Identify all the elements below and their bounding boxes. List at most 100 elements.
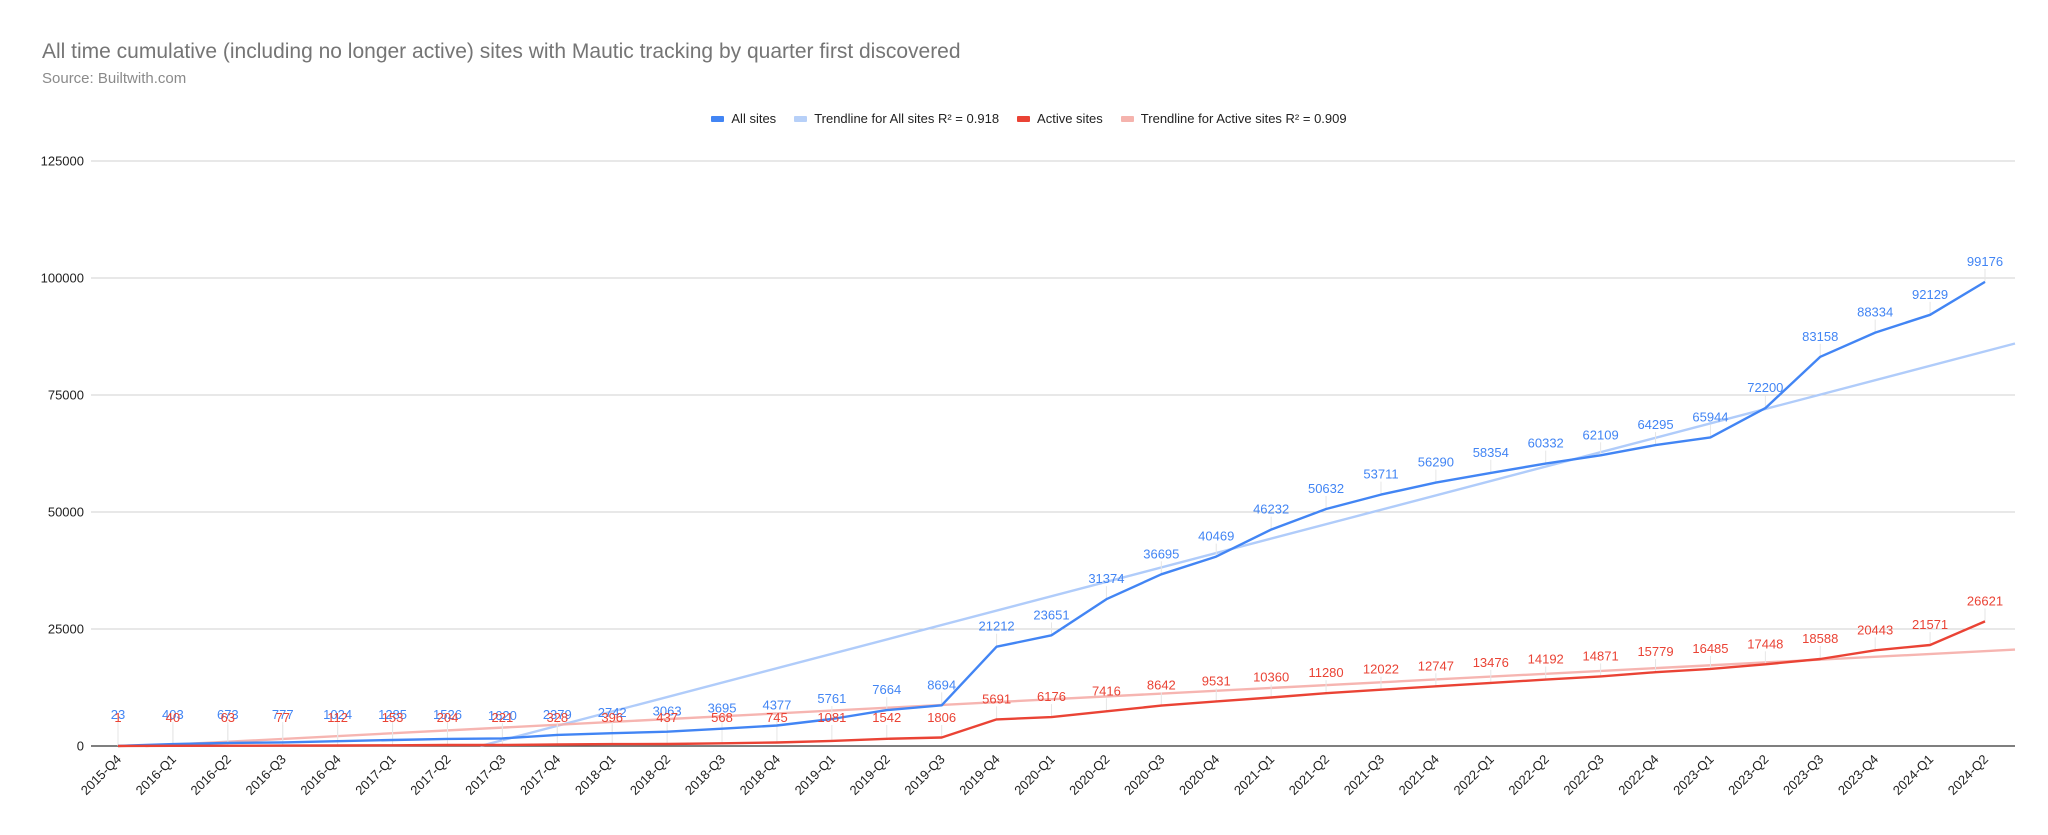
x-tick-label: 2018-Q4 bbox=[737, 752, 783, 798]
data-label-active-sites: 5691 bbox=[982, 691, 1011, 706]
x-tick-label: 2015-Q4 bbox=[78, 752, 124, 798]
data-label-all-sites: 53711 bbox=[1363, 467, 1398, 482]
data-label-active-sites: 12747 bbox=[1418, 658, 1454, 673]
x-tick-label: 2018-Q2 bbox=[627, 752, 673, 798]
data-label-active-sites: 20443 bbox=[1857, 622, 1893, 637]
label-leaders bbox=[117, 268, 1986, 746]
data-label-all-sites: 88334 bbox=[1857, 305, 1893, 320]
x-tick-label: 2016-Q4 bbox=[297, 752, 343, 798]
data-label-active-sites: 112 bbox=[327, 710, 348, 725]
y-tick-label: 0 bbox=[77, 739, 84, 754]
y-tick-label: 50000 bbox=[48, 505, 84, 520]
data-label-active-sites: 63 bbox=[221, 710, 235, 725]
data-label-active-sites: 40 bbox=[166, 710, 180, 725]
data-label-active-sites: 396 bbox=[601, 710, 623, 725]
data-label-active-sites: 1081 bbox=[817, 710, 846, 725]
x-tick-label: 2020-Q1 bbox=[1011, 752, 1057, 798]
data-label-active-sites: 9531 bbox=[1202, 673, 1231, 688]
x-tick-label: 2020-Q4 bbox=[1176, 752, 1222, 798]
data-label-active-sites: 16485 bbox=[1692, 641, 1728, 656]
data-label-active-sites: 7416 bbox=[1092, 683, 1121, 698]
x-tick-label: 2022-Q2 bbox=[1505, 752, 1551, 798]
data-label-active-sites: 221 bbox=[492, 710, 514, 725]
x-tick-label: 2016-Q1 bbox=[133, 752, 179, 798]
data-label-all-sites: 8694 bbox=[927, 677, 956, 692]
data-label-all-sites: 99176 bbox=[1967, 254, 2003, 269]
x-tick-label: 2021-Q3 bbox=[1341, 752, 1387, 798]
x-tick-label: 2024-Q1 bbox=[1890, 752, 1936, 798]
data-label-all-sites: 64295 bbox=[1637, 417, 1673, 432]
data-label-active-sites: 13476 bbox=[1473, 655, 1509, 670]
data-label-active-sites: 17448 bbox=[1747, 636, 1783, 651]
x-tick-label: 2017-Q3 bbox=[462, 752, 508, 798]
y-tick-label: 100000 bbox=[41, 271, 84, 286]
data-label-active-sites: 1806 bbox=[927, 710, 956, 725]
data-label-active-sites: 1 bbox=[114, 710, 121, 725]
trendline-active-sites bbox=[145, 648, 2016, 748]
x-tick-label: 2022-Q3 bbox=[1560, 752, 1606, 798]
data-label-active-sites: 10360 bbox=[1253, 670, 1289, 685]
y-tick-label: 125000 bbox=[41, 154, 84, 169]
series-lines bbox=[117, 280, 1986, 748]
x-tick-label: 2023-Q4 bbox=[1835, 752, 1881, 798]
data-label-all-sites: 5761 bbox=[817, 691, 846, 706]
y-tick-label: 75000 bbox=[48, 388, 84, 403]
line-chart: 0250005000075000100000125000 23 403 673 777… bbox=[41, 154, 2016, 798]
x-tick-label: 2021-Q2 bbox=[1286, 752, 1332, 798]
data-label-all-sites: 21212 bbox=[979, 619, 1015, 634]
data-label-all-sites: 60332 bbox=[1528, 436, 1564, 451]
data-label-active-sites: 14871 bbox=[1583, 648, 1619, 663]
x-tick-label: 2018-Q1 bbox=[572, 752, 618, 798]
data-label-all-sites: 7664 bbox=[872, 682, 901, 697]
data-label-all-sites: 23651 bbox=[1033, 607, 1069, 622]
data-label-all-sites: 83158 bbox=[1802, 329, 1838, 344]
x-tick-label: 2017-Q4 bbox=[517, 752, 563, 798]
data-label-active-sites: 1542 bbox=[872, 710, 901, 725]
data-label-active-sites: 26621 bbox=[1967, 593, 2003, 608]
x-tick-label: 2023-Q1 bbox=[1670, 752, 1716, 798]
data-label-all-sites: 62109 bbox=[1583, 427, 1619, 442]
data-label-all-sites: 72200 bbox=[1747, 380, 1783, 395]
data-label-all-sites: 36695 bbox=[1143, 546, 1179, 561]
trendline-all-sites bbox=[480, 342, 2016, 748]
x-tick-label: 2019-Q1 bbox=[792, 752, 838, 798]
data-label-active-sites: 204 bbox=[437, 710, 459, 725]
x-tick-label: 2019-Q2 bbox=[847, 752, 893, 798]
data-label-active-sites: 11280 bbox=[1308, 665, 1343, 680]
trendlines bbox=[145, 342, 2016, 748]
data-label-active-sites: 21571 bbox=[1912, 617, 1948, 632]
x-tick-label: 2017-Q2 bbox=[407, 752, 453, 798]
series-line-all-sites bbox=[117, 280, 1986, 748]
y-tick-label: 25000 bbox=[48, 622, 84, 637]
data-label-all-sites: 92129 bbox=[1912, 287, 1948, 302]
x-tick-label: 2020-Q2 bbox=[1066, 752, 1112, 798]
data-label-active-sites: 14192 bbox=[1528, 652, 1564, 667]
x-tick-label: 2024-Q2 bbox=[1945, 752, 1991, 798]
x-tick-label: 2022-Q1 bbox=[1451, 752, 1497, 798]
data-labels: 23 403 673 777 1024 1285 1526 1620 2379 2742 3063 3… bbox=[111, 254, 2003, 725]
data-label-all-sites: 46232 bbox=[1253, 502, 1289, 517]
data-label-all-sites: 65944 bbox=[1692, 409, 1728, 424]
data-label-all-sites: 31374 bbox=[1088, 571, 1124, 586]
x-tick-label: 2023-Q2 bbox=[1725, 752, 1771, 798]
data-label-active-sites: 153 bbox=[382, 710, 404, 725]
data-label-active-sites: 12022 bbox=[1363, 662, 1399, 677]
y-axis-ticks: 0 25000 50000 75000 100000 125000 bbox=[41, 154, 84, 754]
x-tick-label: 2023-Q3 bbox=[1780, 752, 1826, 798]
x-tick-label: 2017-Q1 bbox=[352, 752, 398, 798]
x-tick-label: 2016-Q3 bbox=[242, 752, 288, 798]
x-tick-label: 2019-Q3 bbox=[901, 752, 947, 798]
data-label-all-sites: 40469 bbox=[1198, 529, 1234, 544]
x-tick-label: 2016-Q2 bbox=[188, 752, 234, 798]
x-tick-label: 2021-Q1 bbox=[1231, 752, 1277, 798]
data-label-active-sites: 77 bbox=[276, 710, 290, 725]
x-tick-label: 2021-Q4 bbox=[1396, 752, 1442, 798]
data-label-all-sites: 50632 bbox=[1308, 481, 1344, 496]
gridlines bbox=[91, 160, 2015, 747]
x-axis-ticks: 2015-Q4 2016-Q1 2016-Q2 2016-Q3 2016-Q4 2017-… bbox=[78, 752, 1991, 798]
x-tick-label: 2018-Q3 bbox=[682, 752, 728, 798]
data-label-active-sites: 6176 bbox=[1037, 689, 1066, 704]
data-label-active-sites: 15779 bbox=[1637, 644, 1673, 659]
x-tick-label: 2020-Q3 bbox=[1121, 752, 1167, 798]
data-label-active-sites: 745 bbox=[766, 710, 788, 725]
